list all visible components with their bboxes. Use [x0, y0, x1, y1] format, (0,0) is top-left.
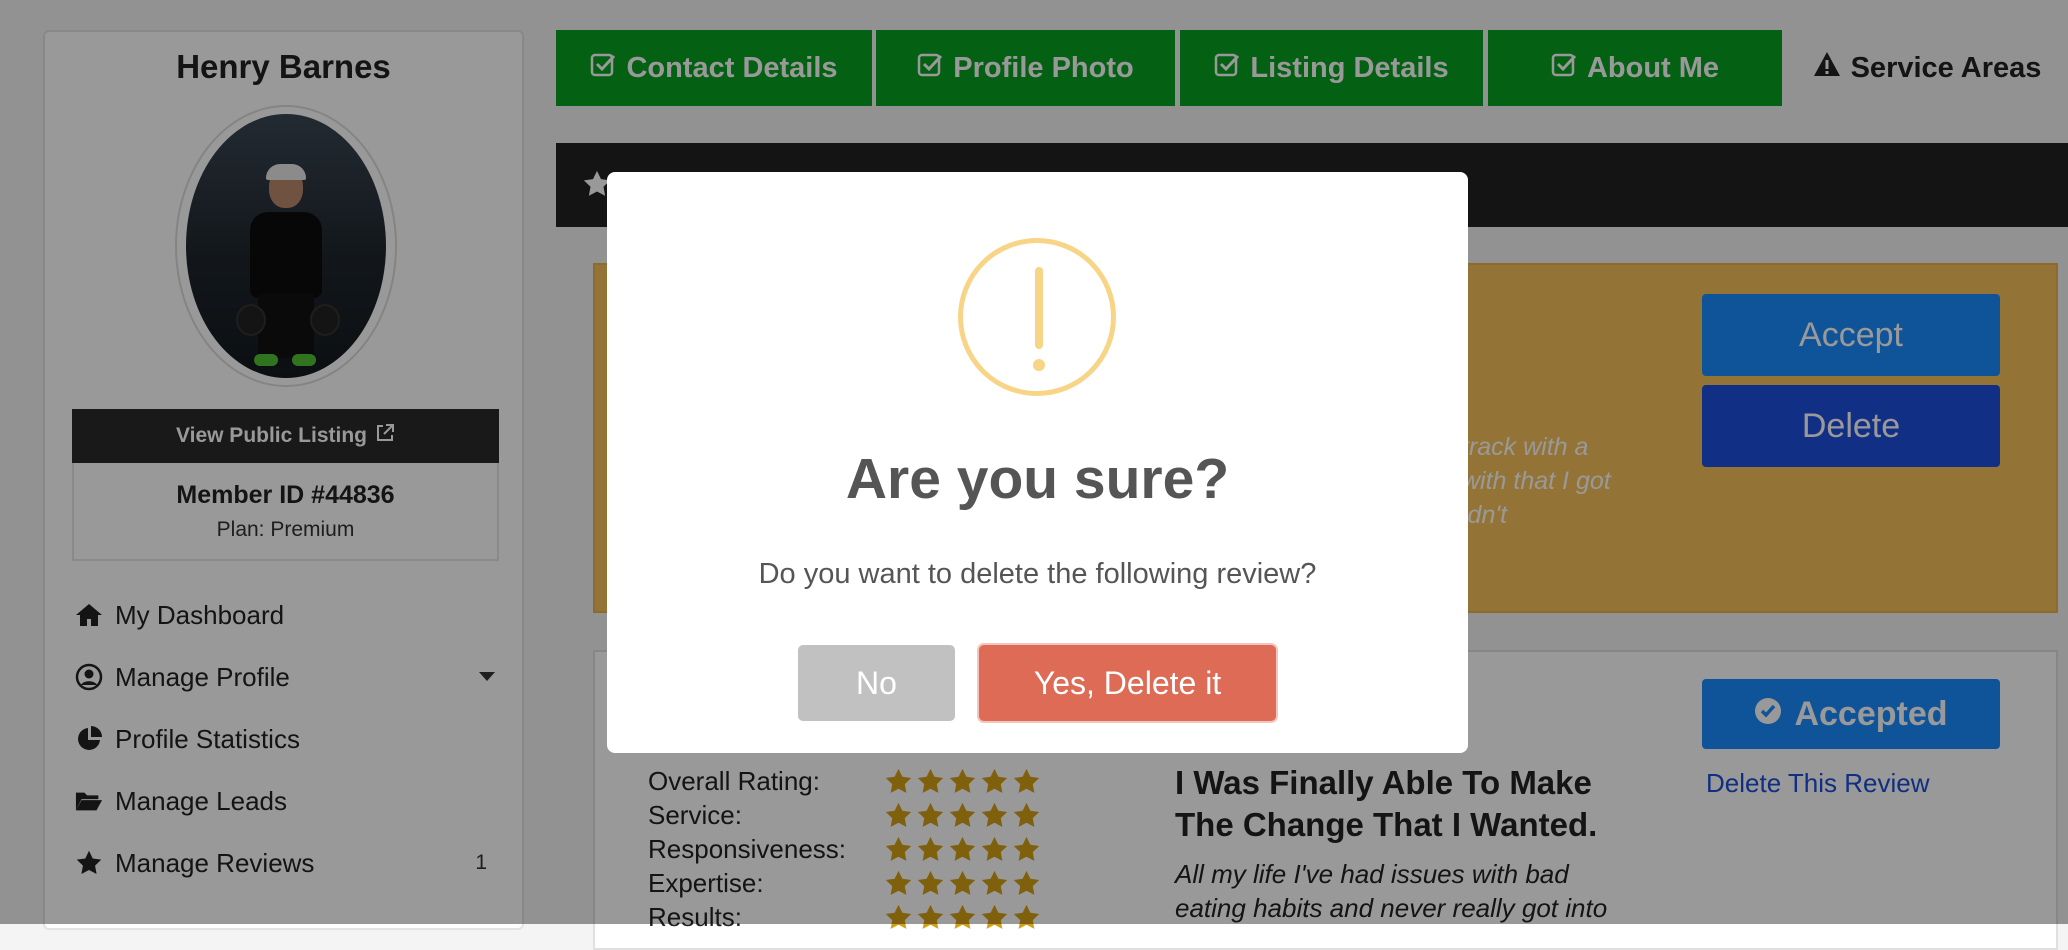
dialog-message: Do you want to delete the following revi…: [758, 558, 1317, 590]
cancel-button[interactable]: No: [798, 645, 955, 721]
warning-icon: [958, 238, 1116, 396]
dialog-title: Are you sure?: [845, 447, 1230, 511]
confirm-delete-button[interactable]: Yes, Delete it: [979, 645, 1276, 721]
confirm-dialog: Are you sure? Do you want to delete the …: [607, 172, 1468, 753]
